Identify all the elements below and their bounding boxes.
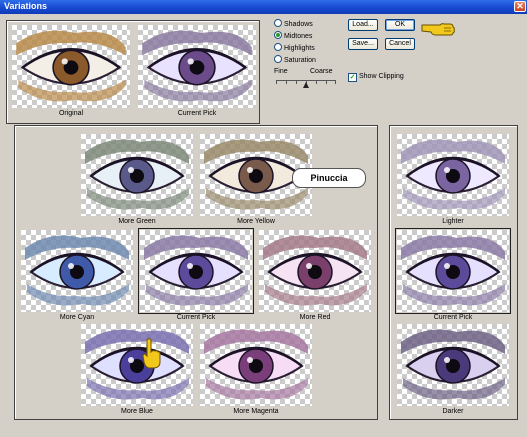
current-pick-center-caption: Current Pick: [176, 314, 216, 321]
more-blue-caption: More Blue: [121, 408, 153, 415]
current-pick-right-thumbnail[interactable]: [395, 228, 511, 314]
radio-highlights[interactable]: Highlights: [274, 43, 315, 52]
eye-image: [144, 235, 248, 306]
pointing-hand-icon: [421, 23, 455, 36]
radio-label: Midtones: [284, 33, 313, 40]
radio-shadows[interactable]: Shadows: [274, 19, 313, 28]
more-green-thumbnail[interactable]: [81, 134, 193, 216]
more-red-caption: More Red: [299, 314, 331, 321]
radio-saturation[interactable]: Saturation: [274, 55, 316, 64]
radio-circle-icon: [274, 55, 282, 63]
pointing-hand-icon: [142, 338, 161, 369]
save-button[interactable]: Save...: [348, 38, 378, 50]
eye-image: [25, 235, 129, 306]
current-pick-top-thumbnail: [138, 25, 256, 108]
original-thumbnail: [12, 25, 130, 108]
more-magenta-thumbnail[interactable]: [200, 324, 312, 406]
darker-caption: Darker: [442, 408, 464, 415]
slider-tick: [296, 81, 297, 84]
more-green-caption: More Green: [118, 218, 156, 225]
eye-image: [401, 235, 505, 306]
slider-thumb[interactable]: [303, 82, 309, 88]
ok-button[interactable]: OK: [385, 19, 415, 31]
eye-image: [85, 139, 189, 210]
slider-tick: [276, 81, 277, 84]
radio-circle-icon: [274, 43, 282, 51]
window-title: Variations: [4, 1, 48, 11]
eye-image: [142, 30, 252, 102]
slider-tick: [316, 81, 317, 84]
slider-tick: [335, 81, 336, 84]
slider-fine-label: Fine: [274, 68, 288, 75]
current-pick-center-thumbnail[interactable]: [138, 228, 254, 314]
more-cyan-caption: More Cyan: [59, 314, 95, 321]
more-blue-thumbnail[interactable]: [81, 324, 193, 406]
slider-tick: [326, 81, 327, 84]
radio-selected-icon: [274, 31, 282, 39]
lighter-thumbnail[interactable]: [397, 134, 509, 216]
checkmark-icon: ✓: [348, 73, 357, 82]
original-caption: Original: [58, 110, 84, 117]
more-yellow-caption: More Yellow: [237, 218, 275, 225]
radio-circle-icon: [274, 19, 282, 27]
radio-label: Shadows: [284, 21, 313, 28]
more-red-thumbnail[interactable]: [259, 230, 371, 312]
fine-coarse-slider[interactable]: [276, 76, 336, 90]
title-bar: Variations ✕: [0, 0, 527, 14]
darker-thumbnail[interactable]: [397, 324, 509, 406]
radio-midtones[interactable]: Midtones: [274, 31, 312, 40]
current-pick-top-caption: Current Pick: [177, 110, 217, 117]
cancel-button[interactable]: Cancel: [385, 38, 415, 50]
radio-label: Saturation: [284, 57, 316, 64]
watermark-label: Pinuccia: [292, 168, 366, 188]
eye-image: [204, 329, 308, 400]
more-magenta-caption: More Magenta: [233, 408, 279, 415]
load-button[interactable]: Load...: [348, 19, 378, 31]
eye-image: [263, 235, 367, 306]
eye-image: [401, 139, 505, 210]
more-cyan-thumbnail[interactable]: [21, 230, 133, 312]
eye-image: [85, 329, 189, 400]
radio-label: Highlights: [284, 45, 315, 52]
lighter-caption: Lighter: [442, 218, 464, 225]
current-pick-right-caption: Current Pick: [433, 314, 473, 321]
show-clipping-checkbox[interactable]: ✓ Show Clipping: [348, 73, 404, 82]
show-clipping-label: Show Clipping: [359, 73, 404, 80]
close-button[interactable]: ✕: [514, 1, 526, 12]
eye-image: [401, 329, 505, 400]
eye-image: [16, 30, 126, 102]
slider-coarse-label: Coarse: [310, 68, 333, 75]
slider-tick: [286, 81, 287, 84]
